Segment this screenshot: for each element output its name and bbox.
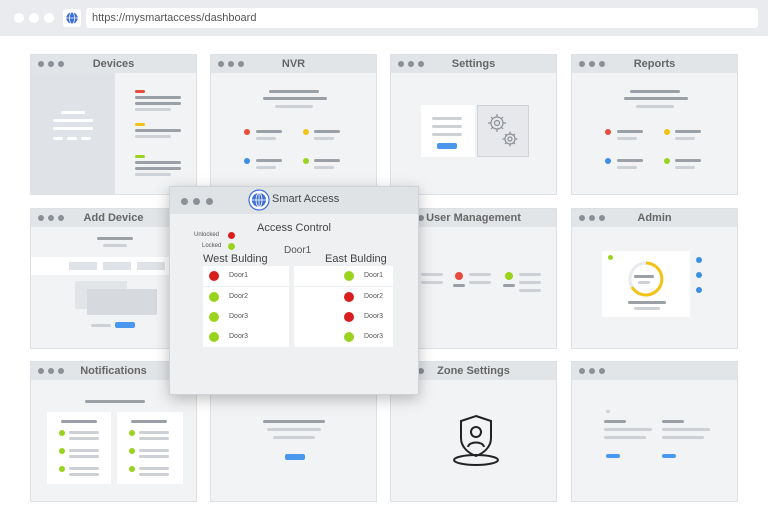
browser-toolbar: https://mysmartaccess/dashboard xyxy=(0,0,768,36)
card-header: Settings xyxy=(391,55,556,73)
unlocked-dot xyxy=(228,232,235,239)
door-label: Door3 xyxy=(229,313,249,320)
legend-locked-label: Locked xyxy=(202,243,222,249)
door-row[interactable]: Door3 xyxy=(203,307,289,327)
window-titlebar: Smart Access xyxy=(170,187,418,214)
door-row[interactable]: Door2 xyxy=(294,287,393,307)
reports-card[interactable]: Reports xyxy=(571,54,738,195)
status-dot xyxy=(209,292,219,302)
settings-card[interactable]: Settings xyxy=(390,54,557,195)
globe-icon xyxy=(63,9,81,27)
door-label: Door2 xyxy=(229,293,249,300)
door-row[interactable]: Door2 xyxy=(203,287,289,307)
smart-access-window[interactable]: Smart Access Access Control Unlocked Loc… xyxy=(169,186,419,395)
door-label: Door3 xyxy=(229,333,249,340)
door-label: Door1 xyxy=(364,272,384,279)
window-dot[interactable] xyxy=(29,13,39,23)
door-row[interactable]: Door3 xyxy=(203,327,289,347)
door-row[interactable]: Door1 xyxy=(203,266,289,286)
globe-logo-icon xyxy=(248,189,270,211)
card-title: Admin xyxy=(637,212,672,224)
door-label: Door2 xyxy=(364,293,384,300)
admin-card[interactable]: Admin xyxy=(571,208,738,349)
door-label: Door1 xyxy=(229,272,249,279)
window-dot[interactable] xyxy=(181,198,188,205)
blank-card-right[interactable] xyxy=(571,361,738,502)
status-dot xyxy=(209,332,219,342)
card-title: NVR xyxy=(281,58,306,70)
west-building-title: West Bulding xyxy=(203,253,268,265)
status-dot xyxy=(344,271,354,281)
card-title: Reports xyxy=(633,58,676,70)
devices-card[interactable]: Devices xyxy=(30,54,197,195)
status-dot xyxy=(344,332,354,342)
window-dot[interactable] xyxy=(14,13,24,23)
app-title: Smart Access xyxy=(272,193,340,205)
window-dot[interactable] xyxy=(193,198,200,205)
gear-icon xyxy=(477,105,529,157)
card-title: Devices xyxy=(92,58,135,70)
door-row[interactable]: Door1 xyxy=(294,266,393,286)
card-header: Admin xyxy=(572,209,737,227)
card-header: Devices xyxy=(31,55,196,73)
legend-unlocked-label: Unlocked xyxy=(194,232,220,238)
status-dot xyxy=(344,312,354,322)
status-dot xyxy=(209,312,219,322)
address-bar[interactable]: https://mysmartaccess/dashboard xyxy=(86,8,758,28)
window-dot[interactable] xyxy=(44,13,54,23)
card-header: NVR xyxy=(211,55,376,73)
east-building-title: East Bulding xyxy=(325,253,387,265)
card-title: Settings xyxy=(451,58,496,70)
card-header: Reports xyxy=(572,55,737,73)
shield-user-icon xyxy=(449,412,503,473)
window-dot[interactable] xyxy=(206,198,213,205)
door-row[interactable]: Door3 xyxy=(294,327,393,347)
status-dot xyxy=(209,271,219,281)
nvr-card[interactable]: NVR xyxy=(210,54,377,195)
card-header xyxy=(572,362,737,380)
status-dot xyxy=(344,292,354,302)
door-label: Door3 xyxy=(364,313,384,320)
door-row[interactable]: Door3 xyxy=(294,307,393,327)
locked-dot xyxy=(228,243,235,250)
door-header: Door1 xyxy=(284,245,312,256)
door-label: Door3 xyxy=(364,333,384,340)
